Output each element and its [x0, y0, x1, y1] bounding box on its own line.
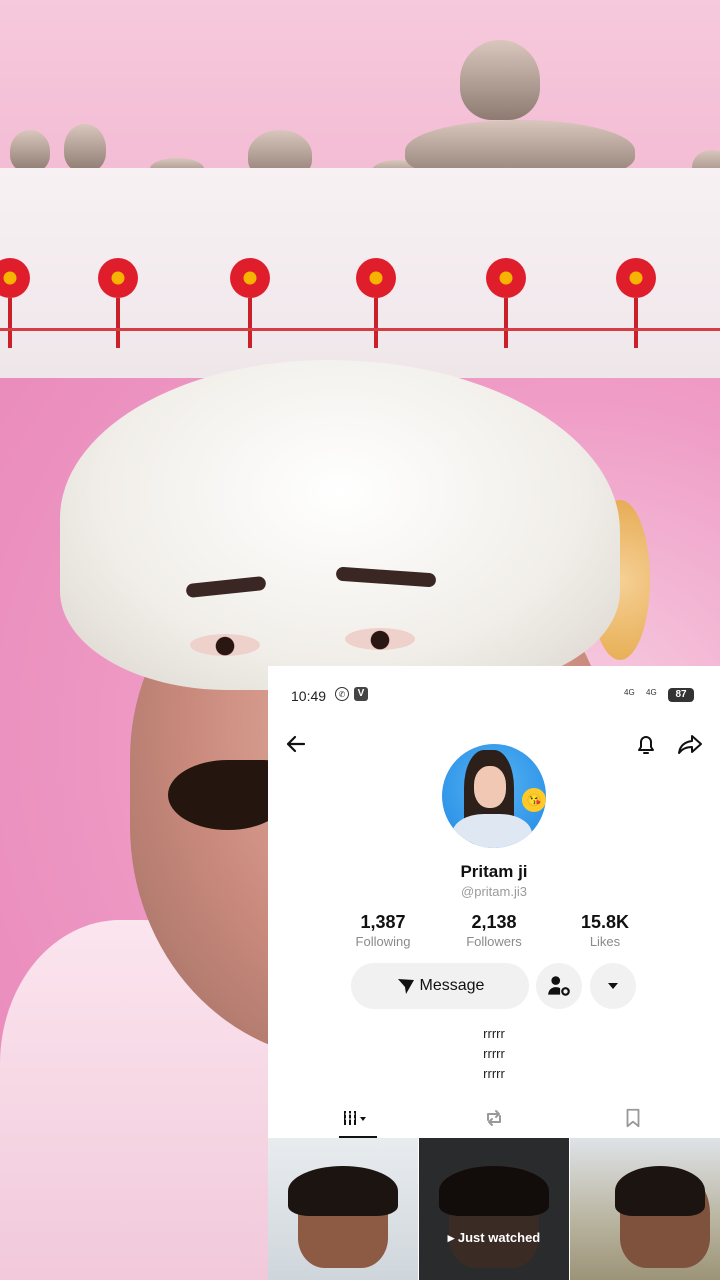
eye [190, 634, 260, 656]
profile-handle: @pritam.ji3 [461, 884, 527, 899]
stat-label: Following [355, 934, 411, 949]
just-watched-text: Just watched [457, 1230, 541, 1245]
embroidery-flower [98, 258, 138, 348]
bio-line: rrrrr [483, 1026, 505, 1041]
videos-grid-icon [344, 1111, 366, 1125]
back-arrow-icon[interactable] [278, 726, 314, 762]
network-icon: 4G [624, 688, 635, 697]
embroidery-flower [230, 258, 270, 348]
message-label: Message [419, 977, 485, 994]
share-icon[interactable] [672, 726, 708, 762]
chevron-down-icon [608, 983, 618, 989]
video-thumbnail[interactable] [268, 1138, 418, 1280]
eye [345, 628, 415, 650]
more-dropdown-button[interactable] [590, 963, 636, 1009]
stat-label: Followers [466, 934, 522, 949]
avatar[interactable]: 😘 [442, 744, 546, 848]
stat-value: 1,387 [360, 912, 406, 932]
status-time: 10:49 [291, 688, 327, 704]
stat-label: Likes [589, 934, 621, 949]
avatar-body [452, 814, 532, 848]
v-badge-icon: V [354, 687, 368, 701]
just-watched-label: ▸ Just watched [447, 1230, 541, 1245]
bell-icon[interactable] [628, 726, 664, 762]
tab-saved[interactable] [603, 1098, 663, 1138]
vessel [64, 124, 106, 172]
embroidery-flower [616, 258, 656, 348]
add-friend-button[interactable] [536, 963, 582, 1009]
status-bar: 10:49 ✆ V 4G 4G 87 [268, 666, 720, 726]
video-grid: ▸ Just watched [268, 1138, 720, 1280]
tab-videos[interactable] [325, 1098, 385, 1138]
vessel [460, 40, 540, 120]
bio-line: rrrrr [483, 1046, 505, 1061]
embroidery-flower [356, 258, 396, 348]
repost-icon [487, 1110, 501, 1126]
whatsapp-icon: ✆ [335, 687, 349, 701]
stat-likes[interactable]: 15.8K Likes [555, 912, 655, 949]
profile-tabs [268, 1098, 720, 1138]
stat-followers[interactable]: 2,138 Followers [444, 912, 544, 949]
embroidery-flower [486, 258, 526, 348]
thumbnail-hair [615, 1166, 705, 1216]
profile-bio: rrrrr rrrrr rrrrr [268, 1024, 720, 1084]
send-icon [397, 979, 414, 994]
avatar-face [474, 766, 506, 808]
message-button[interactable]: Message [351, 963, 529, 1009]
thumbnail-hair [288, 1166, 398, 1216]
video-thumbnail[interactable]: ▸ Just watched [419, 1138, 569, 1280]
profile-name: Pritam ji [460, 862, 528, 881]
stat-value: 2,138 [471, 912, 517, 932]
battery-indicator: 87 [668, 688, 694, 702]
network-icon: 4G [646, 688, 657, 697]
video-thumbnail[interactable] [570, 1138, 720, 1280]
vessel [10, 130, 50, 172]
kiss-emoji-icon: 😘 [522, 788, 546, 812]
bio-line: rrrrr [483, 1066, 505, 1081]
stat-following[interactable]: 1,387 Following [333, 912, 433, 949]
person-gear-icon [548, 976, 570, 996]
profile-screenshot-overlay: 10:49 ✆ V 4G 4G 87 😘 Pritam ji @pritam.j… [268, 666, 720, 1280]
bookmark-icon [626, 1108, 640, 1128]
tab-reposts[interactable] [464, 1098, 524, 1138]
stat-value: 15.8K [580, 912, 630, 932]
thumbnail-hair [439, 1166, 549, 1216]
